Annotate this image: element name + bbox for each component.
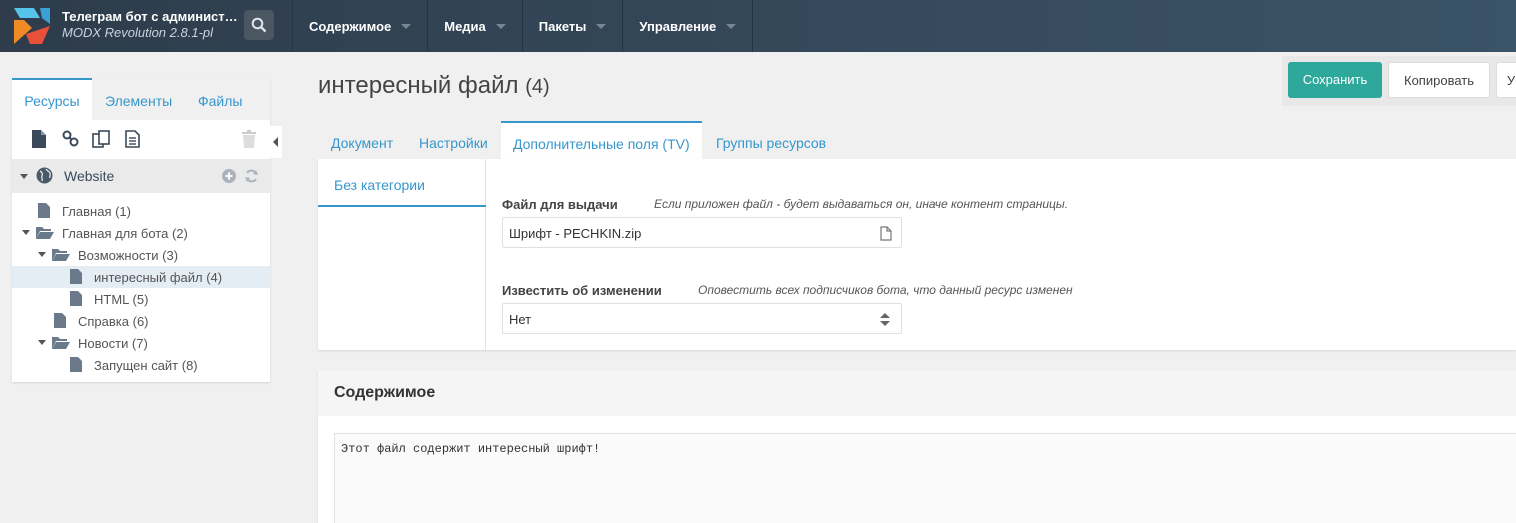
collapse-tree-handle[interactable]: [270, 126, 282, 158]
site-title[interactable]: Телеграм бот с администр…: [62, 9, 240, 24]
context-label: Website: [64, 168, 115, 184]
notify-select[interactable]: Нет: [502, 303, 902, 334]
tree-item-label: Возможности (3): [78, 248, 179, 263]
tree-item-label: Запущен сайт (8): [94, 358, 198, 373]
content-editor-text: Этот файл содержит интересный шрифт!: [341, 442, 601, 456]
search-button[interactable]: [244, 10, 274, 40]
globe-icon: [36, 167, 53, 184]
tab-settings[interactable]: Настройки: [419, 121, 488, 159]
file-icon[interactable]: [880, 226, 892, 241]
field-description-file: Если приложен файл - будет выдаваться он…: [654, 197, 1069, 211]
refresh-icon[interactable]: [244, 169, 259, 183]
trash-icon[interactable]: [241, 130, 257, 148]
field-description-notify: Оповестить всех подписчиков бота, что да…: [698, 283, 1073, 297]
page-title-text: интересный файл: [318, 72, 519, 99]
tab-document[interactable]: Документ: [331, 121, 393, 159]
nav-label: Медиа: [444, 18, 486, 34]
document-icon: [38, 203, 50, 218]
tree-item[interactable]: Главная для бота (2): [12, 222, 270, 244]
folder-open-icon: [52, 337, 70, 349]
chevron-down-icon: [20, 174, 28, 179]
nav-label: Пакеты: [538, 18, 587, 34]
notify-select-value: Нет: [509, 312, 532, 327]
field-label-notify: Известить об изменении: [502, 283, 662, 298]
tv-category-list: Без категории: [318, 159, 486, 350]
tab-tv[interactable]: Дополнительные поля (TV): [501, 121, 702, 159]
save-button[interactable]: Сохранить: [1288, 62, 1382, 98]
document-icon: [70, 357, 82, 372]
file-field-value: Шрифт - PECHKIN.zip: [509, 226, 642, 241]
tree-item-label: Главная (1): [62, 204, 131, 219]
tree-item-label: Новости (7): [78, 336, 148, 351]
tab-elements[interactable]: Элементы: [105, 78, 172, 120]
nav-packages[interactable]: Пакеты: [523, 0, 624, 52]
tab-resources[interactable]: Ресурсы: [12, 78, 92, 120]
site-version: MODX Revolution 2.8.1-pl: [62, 25, 214, 40]
left-tabs: Ресурсы Элементы Файлы: [12, 78, 270, 120]
tree-item[interactable]: Возможности (3): [12, 244, 270, 266]
tree-item[interactable]: Новости (7): [12, 332, 270, 354]
chevron-down-icon: [38, 340, 46, 345]
folder-open-icon: [52, 249, 70, 261]
chevron-down-icon: [22, 230, 30, 235]
resource-id: (4): [525, 76, 550, 98]
chevron-down-icon: [726, 23, 737, 29]
tree-item[interactable]: HTML (5): [12, 288, 270, 310]
resource-tree-panel: Ресурсы Элементы Файлы Website Главная (…: [12, 78, 270, 382]
content-editor[interactable]: Этот файл содержит интересный шрифт!: [334, 433, 1516, 523]
chevron-down-icon: [495, 23, 506, 29]
tree-item-label: HTML (5): [94, 292, 149, 307]
tv-panel: Без категории Файл для выдачи Если прило…: [318, 159, 1516, 350]
chevron-down-icon: [401, 23, 412, 29]
content-title: Содержимое: [334, 384, 436, 401]
select-arrows-icon: [880, 313, 890, 326]
nav-label: Содержимое: [309, 18, 392, 34]
modx-logo[interactable]: [12, 6, 52, 46]
static-resource-icon[interactable]: [125, 130, 140, 148]
tree-item-label: Справка (6): [78, 314, 149, 329]
nav-label: Управление: [639, 18, 717, 34]
tree-item[interactable]: Запущен сайт (8): [12, 354, 270, 376]
folder-open-icon: [36, 227, 54, 239]
document-icon: [54, 313, 66, 328]
tree-toolbar: [12, 120, 270, 158]
tab-resource-groups[interactable]: Группы ресурсов: [716, 121, 826, 159]
file-field[interactable]: Шрифт - PECHKIN.zip: [502, 217, 902, 248]
nav-media[interactable]: Медиа: [428, 0, 523, 52]
field-label-file: Файл для выдачи: [502, 197, 618, 212]
page-title: интересный файл (4): [318, 72, 550, 100]
nav-content[interactable]: Содержимое: [293, 0, 429, 52]
nav-manage[interactable]: Управление: [623, 0, 754, 52]
tv-category-item[interactable]: Без категории: [318, 159, 486, 207]
search-icon: [251, 17, 267, 33]
tree-item-label: Главная для бота (2): [62, 226, 188, 241]
document-icon: [70, 269, 82, 284]
tree-item[interactable]: Справка (6): [12, 310, 270, 332]
weblink-icon[interactable]: [62, 130, 80, 148]
action-buttons: Сохранить Копировать У: [1282, 56, 1516, 106]
symlink-icon[interactable]: [92, 130, 112, 148]
chevron-down-icon: [596, 23, 607, 29]
tree-item[interactable]: Главная (1): [12, 200, 270, 222]
top-bar: Телеграм бот с администр… MODX Revolutio…: [0, 0, 1516, 52]
tree-item-selected[interactable]: интересный файл (4): [12, 266, 270, 288]
document-icon: [70, 291, 82, 306]
tab-files[interactable]: Файлы: [198, 78, 242, 120]
copy-button[interactable]: Копировать: [1388, 62, 1490, 98]
add-circle-icon[interactable]: [222, 169, 236, 183]
more-button[interactable]: У: [1496, 62, 1516, 98]
context-website[interactable]: Website: [12, 159, 270, 193]
chevron-down-icon: [38, 252, 46, 257]
content-header: Содержимое: [318, 370, 1516, 416]
main-nav: Содержимое Медиа Пакеты Управление: [292, 0, 754, 52]
content-panel: Содержимое Этот файл содержит интересный…: [318, 370, 1516, 523]
new-document-icon[interactable]: [32, 130, 46, 148]
tree-item-label: интересный файл (4): [94, 270, 223, 285]
